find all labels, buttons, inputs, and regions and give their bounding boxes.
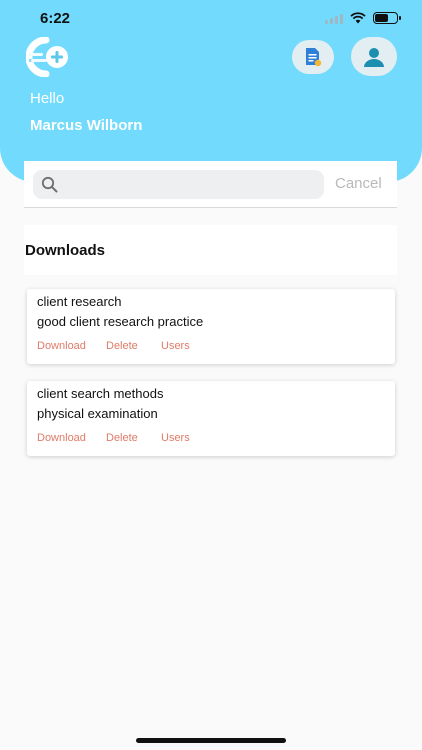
wifi-icon: [350, 12, 366, 24]
battery-level: [375, 14, 388, 22]
search-box[interactable]: [33, 170, 324, 199]
card-subtitle: good client research practice: [37, 314, 204, 329]
cellular-signal-icon: [325, 13, 343, 24]
status-bar: 6:22: [0, 0, 422, 40]
download-button[interactable]: Download: [37, 432, 86, 444]
cancel-button[interactable]: Cancel: [335, 175, 382, 192]
document-icon: [306, 48, 322, 67]
card-title: client search methods: [37, 386, 164, 401]
greeting-text: Hello: [30, 90, 65, 107]
search-input[interactable]: [65, 174, 315, 195]
delete-button[interactable]: Delete: [106, 432, 138, 444]
status-icons: [325, 12, 401, 24]
card-title: client research: [37, 294, 122, 309]
user-icon: [364, 47, 384, 67]
status-time: 6:22: [40, 10, 71, 27]
user-name: Marcus Wilborn: [30, 117, 143, 134]
downloads-section-header: Downloads: [24, 225, 397, 275]
download-card: client research good client research pra…: [27, 289, 395, 364]
cloud-plus-logo-icon: [25, 36, 68, 78]
home-indicator[interactable]: [136, 738, 286, 743]
download-button[interactable]: Download: [37, 340, 86, 352]
search-panel: Cancel: [24, 161, 397, 208]
profile-button[interactable]: [351, 37, 397, 76]
header-banner: 6:22 Hello Marcus Wilborn: [0, 0, 422, 182]
download-card: client search methods physical examinati…: [27, 381, 395, 456]
documents-button[interactable]: [292, 40, 334, 74]
card-subtitle: physical examination: [37, 406, 158, 421]
users-button[interactable]: Users: [161, 340, 190, 352]
users-button[interactable]: Users: [161, 432, 190, 444]
app-logo: [25, 36, 72, 78]
delete-button[interactable]: Delete: [106, 340, 138, 352]
search-icon: [41, 176, 58, 193]
battery-icon: [373, 12, 401, 24]
section-title: Downloads: [25, 241, 106, 259]
